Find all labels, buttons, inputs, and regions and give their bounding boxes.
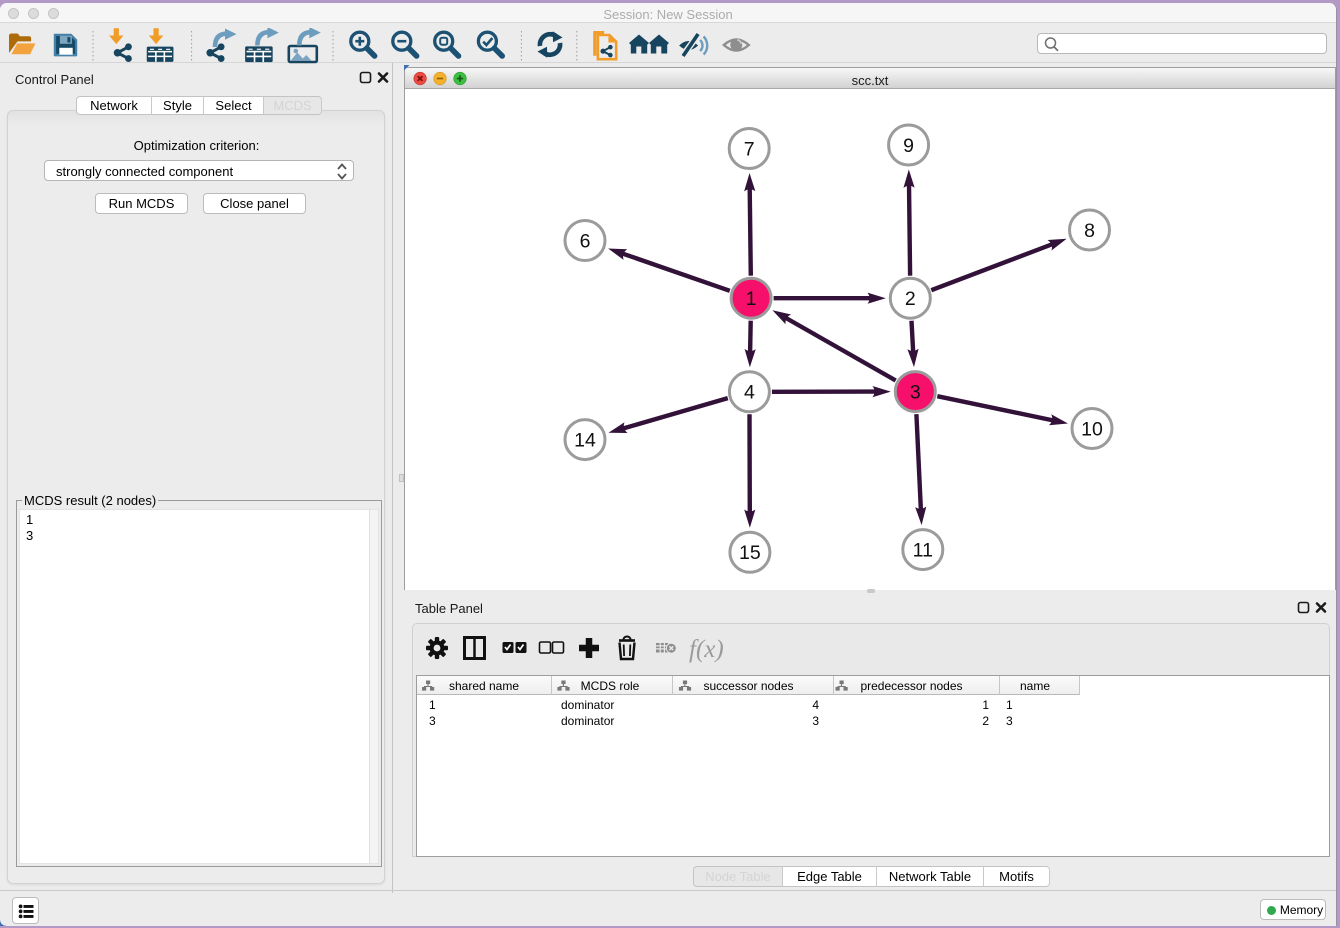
- svg-text:10: 10: [1081, 418, 1103, 440]
- svg-text:9: 9: [903, 135, 914, 157]
- svg-text:3: 3: [910, 382, 921, 404]
- svg-text:11: 11: [913, 540, 933, 562]
- svg-text:1: 1: [746, 288, 757, 310]
- svg-text:2: 2: [905, 288, 916, 310]
- svg-text:14: 14: [574, 430, 596, 452]
- svg-text:4: 4: [744, 382, 755, 404]
- svg-text:15: 15: [739, 542, 761, 564]
- svg-text:f(x): f(x): [689, 636, 724, 663]
- svg-text:8: 8: [1084, 220, 1095, 242]
- svg-text:6: 6: [580, 230, 591, 252]
- svg-text:7: 7: [744, 138, 755, 160]
